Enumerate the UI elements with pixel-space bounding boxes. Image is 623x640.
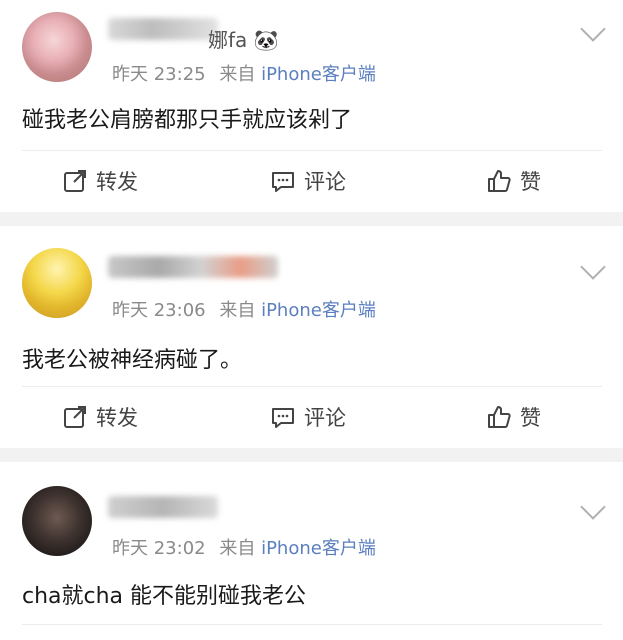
source-app[interactable]: iPhone客户端 [261,538,376,559]
like-button[interactable]: 赞 [486,402,541,432]
username-blurred[interactable] [108,496,218,518]
source-prefix: 来自 [219,64,256,85]
avatar[interactable] [22,486,92,556]
like-icon [488,406,511,428]
username-blurred[interactable] [108,256,278,278]
like-label: 赞 [520,170,541,194]
post-meta: 昨天 23:06 来自 iPhone客户端 [112,296,376,322]
like-button[interactable]: 赞 [486,166,541,196]
post-content: 我老公被神经病碰了。 [22,348,243,373]
chevron-down-icon[interactable] [580,494,606,520]
forward-label: 转发 [96,406,138,430]
divider [22,386,602,387]
source-prefix: 来自 [219,538,256,559]
post-time: 昨天 23:06 [112,300,206,321]
post-separator [0,448,623,462]
like-icon [488,170,511,192]
comment-icon [272,172,294,192]
username-suffix: 娜fa 🐼 [208,28,279,52]
source-app[interactable]: iPhone客户端 [261,300,376,321]
comment-icon [272,408,294,428]
share-icon [64,406,86,428]
post-3: 昨天 23:02 来自 iPhone客户端 cha就cha 能不能别碰我老公 [0,462,623,640]
username-blurred[interactable] [108,18,218,40]
forward-button[interactable]: 转发 [62,166,138,196]
forward-button[interactable]: 转发 [62,402,138,432]
comment-label: 评论 [304,406,346,430]
comment-label: 评论 [304,170,346,194]
post-time: 昨天 23:25 [112,64,206,85]
post-meta: 昨天 23:02 来自 iPhone客户端 [112,534,376,560]
like-label: 赞 [520,406,541,430]
post-meta: 昨天 23:25 来自 iPhone客户端 [112,60,376,86]
source-prefix: 来自 [219,300,256,321]
divider [22,624,602,625]
chevron-down-icon[interactable] [580,16,606,42]
post-content: 碰我老公肩膀都那只手就应该剁了 [22,108,353,133]
comment-button[interactable]: 评论 [270,402,346,432]
forward-label: 转发 [96,170,138,194]
post-1: 娜fa 🐼 昨天 23:25 来自 iPhone客户端 碰我老公肩膀都那只手就应… [0,0,623,212]
post-2: 昨天 23:06 来自 iPhone客户端 我老公被神经病碰了。 转发 评论 赞 [0,226,623,448]
source-app[interactable]: iPhone客户端 [261,64,376,85]
share-icon [64,170,86,192]
avatar[interactable] [22,248,92,318]
post-time: 昨天 23:02 [112,538,206,559]
comment-button[interactable]: 评论 [270,166,346,196]
divider [22,150,602,151]
post-separator [0,212,623,226]
post-content: cha就cha 能不能别碰我老公 [22,584,307,609]
avatar[interactable] [22,12,92,82]
chevron-down-icon[interactable] [580,254,606,280]
